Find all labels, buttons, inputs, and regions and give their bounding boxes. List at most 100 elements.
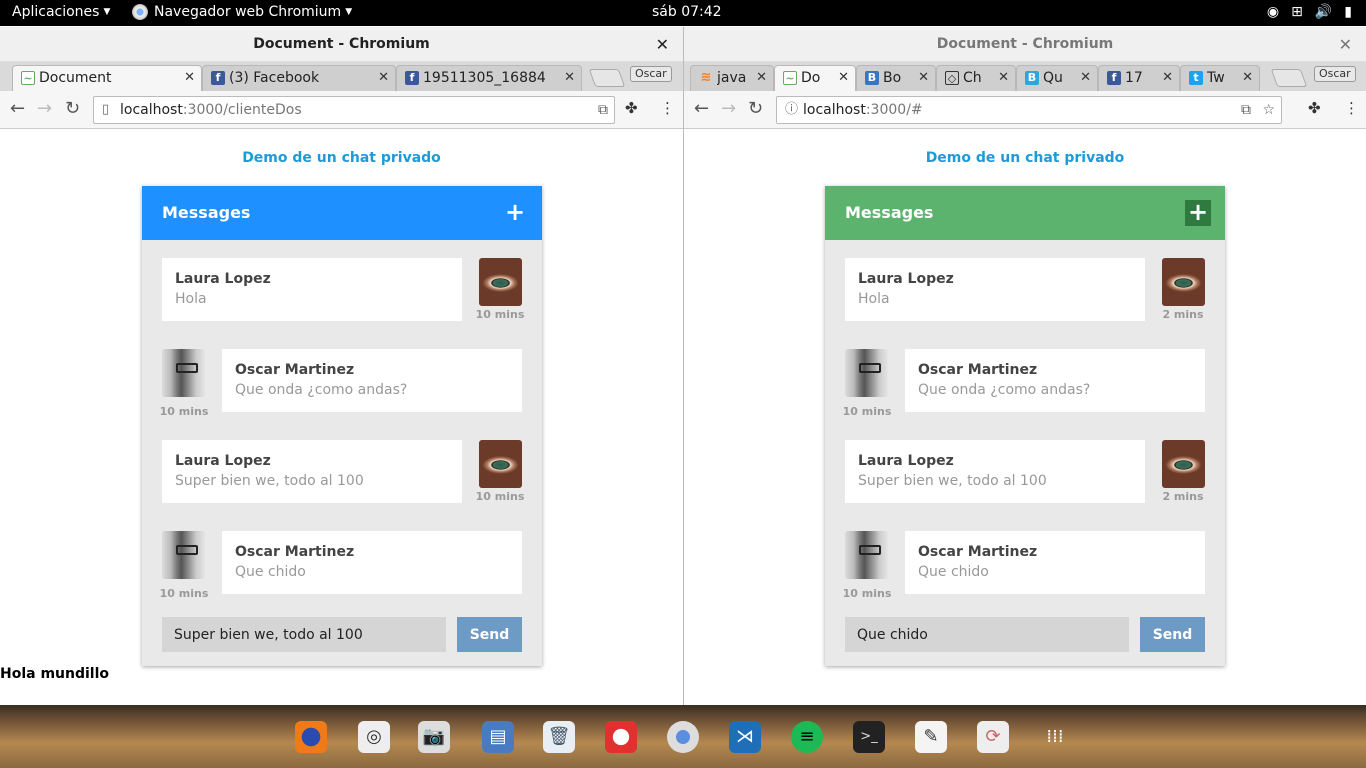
window-titlebar[interactable]: Document - Chromium ✕: [684, 27, 1366, 62]
message-time: 10 mins: [475, 308, 525, 321]
address-bar[interactable]: ▯ localhost:3000/clienteDos ⧉: [93, 96, 615, 124]
window-titlebar[interactable]: Document - Chromium ✕: [0, 27, 683, 62]
tab-codepen[interactable]: ◇ Ch ✕: [936, 65, 1016, 91]
firefox-icon[interactable]: [295, 721, 327, 753]
new-tab-button[interactable]: [588, 69, 626, 87]
facebook-icon: f: [1107, 71, 1121, 85]
tab-b[interactable]: B Qu ✕: [1016, 65, 1098, 91]
files-icon[interactable]: ▤: [482, 721, 514, 753]
menu-icon[interactable]: ⋮: [1344, 99, 1359, 117]
message-time: 10 mins: [475, 490, 525, 503]
add-icon[interactable]: +: [1185, 200, 1211, 226]
extension-icon[interactable]: ✤: [625, 99, 638, 117]
send-button[interactable]: Send: [457, 617, 522, 652]
tab-label: Qu: [1043, 70, 1063, 86]
browser-toolbar: ← → ↻ ▯ localhost:3000/clienteDos ⧉ ✤ ⋮: [0, 91, 683, 129]
tab-twitter[interactable]: t Tw ✕: [1180, 65, 1260, 91]
text-editor-icon[interactable]: ✎: [915, 721, 947, 753]
app-menu[interactable]: Navegador web Chromium ▼: [132, 4, 352, 20]
translate-icon[interactable]: ⧉: [1241, 97, 1251, 123]
message-text: Que onda ¿como andas?: [918, 382, 1091, 398]
close-tab-icon[interactable]: ✕: [184, 66, 195, 90]
add-icon[interactable]: +: [502, 200, 528, 226]
applications-menu[interactable]: Aplicaciones ▼: [12, 4, 110, 20]
profile-button[interactable]: Oscar: [630, 66, 672, 82]
chat-header: Messages +: [142, 186, 542, 240]
profile-button[interactable]: Oscar: [1314, 66, 1356, 82]
tab-facebook-photo[interactable]: f 19511305_16884 ✕: [396, 65, 582, 91]
menu-icon[interactable]: ⋮: [660, 99, 675, 117]
tab-label: 19511305_16884: [423, 70, 546, 86]
app-icon: ~: [21, 71, 35, 85]
message-bubble: Laura Lopez Hola: [162, 258, 462, 321]
message-item: 10 mins Oscar Martinez Que onda ¿como and…: [160, 349, 522, 418]
tab-facebook[interactable]: f 17 ✕: [1098, 65, 1180, 91]
message-author: Laura Lopez: [858, 453, 954, 469]
speaker-icon[interactable]: ◎: [358, 721, 390, 753]
url-path: :3000/clienteDos: [182, 102, 302, 118]
trash-icon[interactable]: 🗑: [543, 721, 575, 753]
camera-icon[interactable]: 📷: [418, 721, 450, 753]
reload-icon[interactable]: ↻: [65, 98, 80, 119]
new-tab-button[interactable]: [1270, 69, 1308, 87]
vscode-icon[interactable]: ⋊: [729, 721, 761, 753]
tab-facebook[interactable]: f (3) Facebook ✕: [202, 65, 396, 91]
close-tab-icon[interactable]: ✕: [998, 66, 1009, 90]
terminal-icon[interactable]: >_: [853, 721, 885, 753]
facebook-icon: f: [405, 71, 419, 85]
tab-document[interactable]: ~ Document ✕: [12, 65, 202, 91]
message-author: Oscar Martinez: [918, 544, 1038, 560]
message-input[interactable]: [845, 617, 1129, 652]
tab-label: Ch: [963, 70, 982, 86]
close-tab-icon[interactable]: ✕: [1242, 66, 1253, 90]
battery-icon[interactable]: ▮: [1344, 4, 1352, 20]
extension-icon[interactable]: ✤: [1308, 99, 1321, 117]
help-icon[interactable]: [605, 721, 637, 753]
avatar: [845, 531, 888, 579]
reload-icon[interactable]: ↻: [748, 98, 763, 119]
close-tab-icon[interactable]: ✕: [756, 66, 767, 90]
app-grid-icon[interactable]: ⁞⁞⁞: [1039, 721, 1071, 753]
close-tab-icon[interactable]: ✕: [838, 66, 849, 90]
network-icon[interactable]: ⊞: [1291, 4, 1303, 20]
tab-label: 17: [1125, 70, 1143, 86]
tab-label: (3) Facebook: [229, 70, 320, 86]
close-tab-icon[interactable]: ✕: [378, 66, 389, 90]
clock[interactable]: sáb 07:42: [652, 4, 722, 20]
message-time: 10 mins: [842, 405, 892, 418]
avatar: [162, 349, 205, 397]
tab-document[interactable]: ~ Do ✕: [774, 65, 856, 91]
close-tab-icon[interactable]: ✕: [918, 66, 929, 90]
update-icon[interactable]: ⟳: [977, 721, 1009, 753]
forward-icon[interactable]: →: [37, 98, 52, 119]
translate-icon[interactable]: ⧉: [598, 97, 608, 123]
close-window-icon[interactable]: ✕: [1339, 27, 1352, 62]
message-input[interactable]: [162, 617, 446, 652]
tab-stackoverflow[interactable]: ≋ java ✕: [690, 65, 774, 91]
close-tab-icon[interactable]: ✕: [1162, 66, 1173, 90]
send-button[interactable]: Send: [1140, 617, 1205, 652]
message-author: Laura Lopez: [175, 271, 271, 287]
message-text: Que chido: [235, 564, 306, 580]
message-author: Oscar Martinez: [918, 362, 1038, 378]
chromium-icon[interactable]: [667, 721, 699, 753]
back-icon[interactable]: ←: [694, 98, 709, 119]
close-tab-icon[interactable]: ✕: [1080, 66, 1091, 90]
back-icon[interactable]: ←: [10, 98, 25, 119]
bookmark-star-icon[interactable]: ☆: [1262, 97, 1275, 123]
chromium-icon: [132, 4, 148, 20]
power-indicator-icon[interactable]: ◉: [1267, 4, 1279, 20]
forward-icon[interactable]: →: [721, 98, 736, 119]
tab-bootstrap[interactable]: B Bo ✕: [856, 65, 936, 91]
close-window-icon[interactable]: ✕: [656, 27, 669, 62]
volume-icon[interactable]: 🔊: [1315, 4, 1332, 20]
tab-strip: ~ Document ✕ f (3) Facebook ✕ f 19511305_1688…: [0, 62, 683, 91]
avatar: [845, 349, 888, 397]
address-bar[interactable]: ⓘ localhost:3000/# ☆ ⧉: [776, 96, 1282, 124]
system-tray[interactable]: ◉ ⊞ 🔊 ▮: [1267, 4, 1352, 20]
close-tab-icon[interactable]: ✕: [564, 66, 575, 90]
footer-text: Hola mundillo: [0, 666, 110, 682]
message-item: 10 mins Oscar Martinez Que onda ¿como and…: [843, 349, 1205, 418]
message-composer: Send: [845, 617, 1205, 653]
spotify-icon[interactable]: ≡: [791, 721, 823, 753]
